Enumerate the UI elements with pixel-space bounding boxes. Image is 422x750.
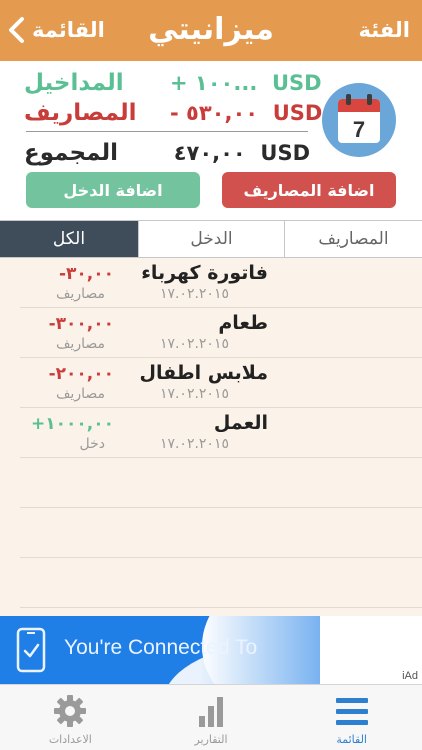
tabbar-settings[interactable]: الاعدادات bbox=[0, 685, 141, 750]
calendar-day: 7 bbox=[353, 117, 365, 142]
total-value: ٤٧٠,٠٠ USD bbox=[173, 141, 310, 165]
transaction-type: دخل bbox=[79, 436, 106, 452]
transaction-date: ١٧.٠٢.٢٠١٥ bbox=[159, 436, 229, 452]
transaction-row[interactable]: العمل ١٧.٠٢.٢٠١٥ +١٠٠٠,٠٠ دخل bbox=[0, 408, 422, 458]
list-icon bbox=[335, 698, 368, 725]
navigation-bar: القائمة ميزانيتي الفئة bbox=[0, 0, 422, 61]
transaction-name: طعام bbox=[218, 312, 268, 334]
transaction-type: مصاريف bbox=[55, 386, 105, 402]
transaction-amount: -٣٠٠,٠٠ bbox=[48, 314, 114, 334]
transaction-name: ملابس اطفال bbox=[139, 362, 268, 384]
income-label: المداخيل bbox=[24, 70, 124, 96]
iad-label: iAd bbox=[402, 670, 418, 682]
gear-icon bbox=[54, 695, 87, 727]
transaction-date: ١٧.٠٢.٢٠١٥ bbox=[159, 336, 229, 352]
total-label: المجموع bbox=[24, 140, 119, 166]
income-value: + ١٠٠... USD bbox=[170, 71, 322, 95]
transaction-amount: +١٠٠٠,٠٠ bbox=[31, 414, 114, 434]
calendar-button[interactable]: 7 bbox=[322, 83, 396, 157]
ad-banner[interactable]: You're Connected To iAd bbox=[0, 616, 422, 684]
transaction-name: فاتورة كهرباء bbox=[141, 262, 268, 284]
tabbar-list-label: القائمة bbox=[336, 733, 367, 746]
row-divider bbox=[20, 607, 422, 608]
transaction-list: فاتورة كهرباء ١٧.٠٢.٢٠١٥ -٣٠,٠٠ مصاريف ط… bbox=[0, 258, 422, 616]
add-expense-button[interactable]: اضافة المصاريف bbox=[222, 172, 396, 208]
back-button[interactable]: القائمة bbox=[6, 10, 105, 50]
add-income-button[interactable]: اضافة الدخل bbox=[26, 172, 200, 208]
category-button[interactable]: الفئة bbox=[358, 10, 410, 50]
transaction-amount: -٣٠,٠٠ bbox=[58, 264, 114, 284]
empty-row bbox=[0, 458, 422, 508]
transaction-row[interactable]: فاتورة كهرباء ١٧.٠٢.٢٠١٥ -٣٠,٠٠ مصاريف bbox=[0, 258, 422, 308]
chevron-left-icon bbox=[9, 17, 24, 43]
empty-row bbox=[0, 558, 422, 608]
summary-divider bbox=[26, 131, 308, 132]
transaction-row[interactable]: طعام ١٧.٠٢.٢٠١٥ -٣٠٠,٠٠ مصاريف bbox=[0, 308, 422, 358]
tabbar-reports[interactable]: التقارير bbox=[141, 685, 282, 750]
transaction-date: ١٧.٠٢.٢٠١٥ bbox=[159, 286, 229, 302]
empty-row bbox=[0, 508, 422, 558]
budget-summary: المداخيل + ١٠٠... USD المصاريف - ٥٣٠,٠٠ … bbox=[0, 61, 422, 220]
transaction-date: ١٧.٠٢.٢٠١٥ bbox=[159, 386, 229, 402]
transaction-row[interactable]: ملابس اطفال ١٧.٠٢.٢٠١٥ -٢٠٠,٠٠ مصاريف bbox=[0, 358, 422, 408]
ad-text: You're Connected To bbox=[64, 636, 258, 659]
tab-expenses[interactable]: المصاريف bbox=[285, 221, 422, 257]
tab-bar: الاعدادات التقارير القائمة bbox=[0, 684, 422, 750]
transaction-amount: -٢٠٠,٠٠ bbox=[48, 364, 114, 384]
tab-income[interactable]: الدخل bbox=[139, 221, 285, 257]
tabbar-list[interactable]: القائمة bbox=[281, 685, 422, 750]
tab-all[interactable]: الكل bbox=[0, 221, 139, 257]
transaction-type: مصاريف bbox=[55, 286, 105, 302]
expenses-value: - ٥٣٠,٠٠ USD bbox=[170, 101, 323, 125]
expenses-label: المصاريف bbox=[24, 100, 137, 126]
transaction-name: العمل bbox=[213, 412, 268, 434]
bar-chart-icon bbox=[199, 697, 223, 727]
filter-tabs: الكل الدخل المصاريف bbox=[0, 220, 422, 258]
transaction-type: مصاريف bbox=[55, 336, 105, 352]
phone-check-icon bbox=[16, 627, 46, 673]
tabbar-settings-label: الاعدادات bbox=[48, 733, 92, 746]
calendar-icon: 7 bbox=[338, 94, 380, 143]
tabbar-reports-label: التقارير bbox=[194, 733, 228, 746]
back-button-label: القائمة bbox=[32, 18, 105, 42]
